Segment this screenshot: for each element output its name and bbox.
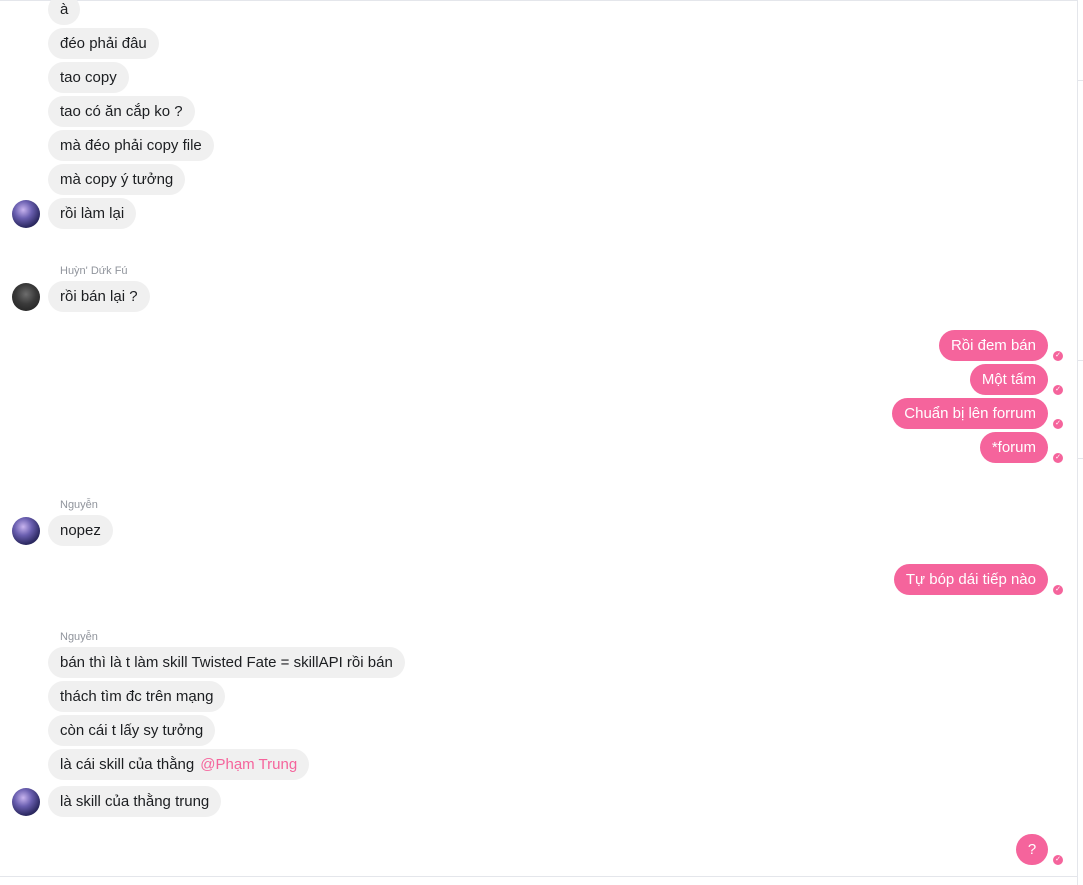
message-bubble-incoming[interactable]: nopez <box>48 515 113 546</box>
divider <box>1078 458 1083 459</box>
user-mention-link[interactable]: @Phạm Trung <box>200 756 297 773</box>
chat-frame-top-border <box>0 0 1078 1</box>
message-bubble-outgoing[interactable]: ? <box>1016 834 1048 865</box>
message-bubble-incoming[interactable]: là skill của thằng trung <box>48 786 222 817</box>
message-bubble-outgoing[interactable]: Tự bóp dái tiếp nào <box>893 564 1048 595</box>
divider <box>1078 80 1083 81</box>
check-circle-icon: ✓ <box>1053 419 1063 429</box>
message-bubble-incoming[interactable]: còn cái t lấy sy tưởng <box>48 715 216 746</box>
message-bubble-incoming[interactable]: mà đéo phải copy file <box>48 130 214 161</box>
message-bubble-incoming[interactable]: bán thì là t làm skill Twisted Fate = sk… <box>48 647 405 678</box>
check-circle-icon: ✓ <box>1053 453 1063 463</box>
message-bubble-outgoing[interactable]: Một tấm <box>969 364 1048 395</box>
chat-frame-bottom-border <box>0 876 1078 877</box>
message-bubble-incoming[interactable]: mà copy ý tưởng <box>48 164 186 195</box>
avatar[interactable] <box>12 283 40 311</box>
avatar[interactable] <box>12 788 40 816</box>
sender-name: Nguyễn <box>60 499 98 511</box>
sender-name: Nguyễn <box>60 631 98 643</box>
message-bubble-outgoing[interactable]: Rồi đem bán <box>938 330 1048 361</box>
message-bubble-incoming[interactable]: là cái skill của thằng @Phạm Trung <box>48 749 310 780</box>
avatar[interactable] <box>12 200 40 228</box>
divider <box>1078 360 1083 361</box>
avatar[interactable] <box>12 517 40 545</box>
message-bubble-incoming[interactable]: rồi bán lại ? <box>48 281 150 312</box>
message-bubble-outgoing[interactable]: Chuẩn bị lên forrum <box>892 398 1048 429</box>
message-bubble-incoming[interactable]: à <box>48 0 81 25</box>
message-bubble-incoming[interactable]: rồi làm lại <box>48 198 137 229</box>
message-bubble-incoming[interactable]: thách tìm đc trên mạng <box>48 681 226 712</box>
check-circle-icon: ✓ <box>1053 385 1063 395</box>
message-bubble-incoming[interactable]: tao copy <box>48 62 129 93</box>
check-circle-icon: ✓ <box>1053 351 1063 361</box>
message-bubble-incoming[interactable]: đéo phải đâu <box>48 28 159 59</box>
message-bubble-incoming[interactable]: tao có ăn cắp ko ? <box>48 96 195 127</box>
chat-frame-right-border <box>1077 0 1078 885</box>
sender-name: Huỳn' Dứk Fú <box>60 265 128 277</box>
message-text: là cái skill của thằng <box>60 756 195 773</box>
check-circle-icon: ✓ <box>1053 855 1063 865</box>
message-bubble-outgoing[interactable]: *forum <box>979 432 1048 463</box>
check-circle-icon: ✓ <box>1053 585 1063 595</box>
